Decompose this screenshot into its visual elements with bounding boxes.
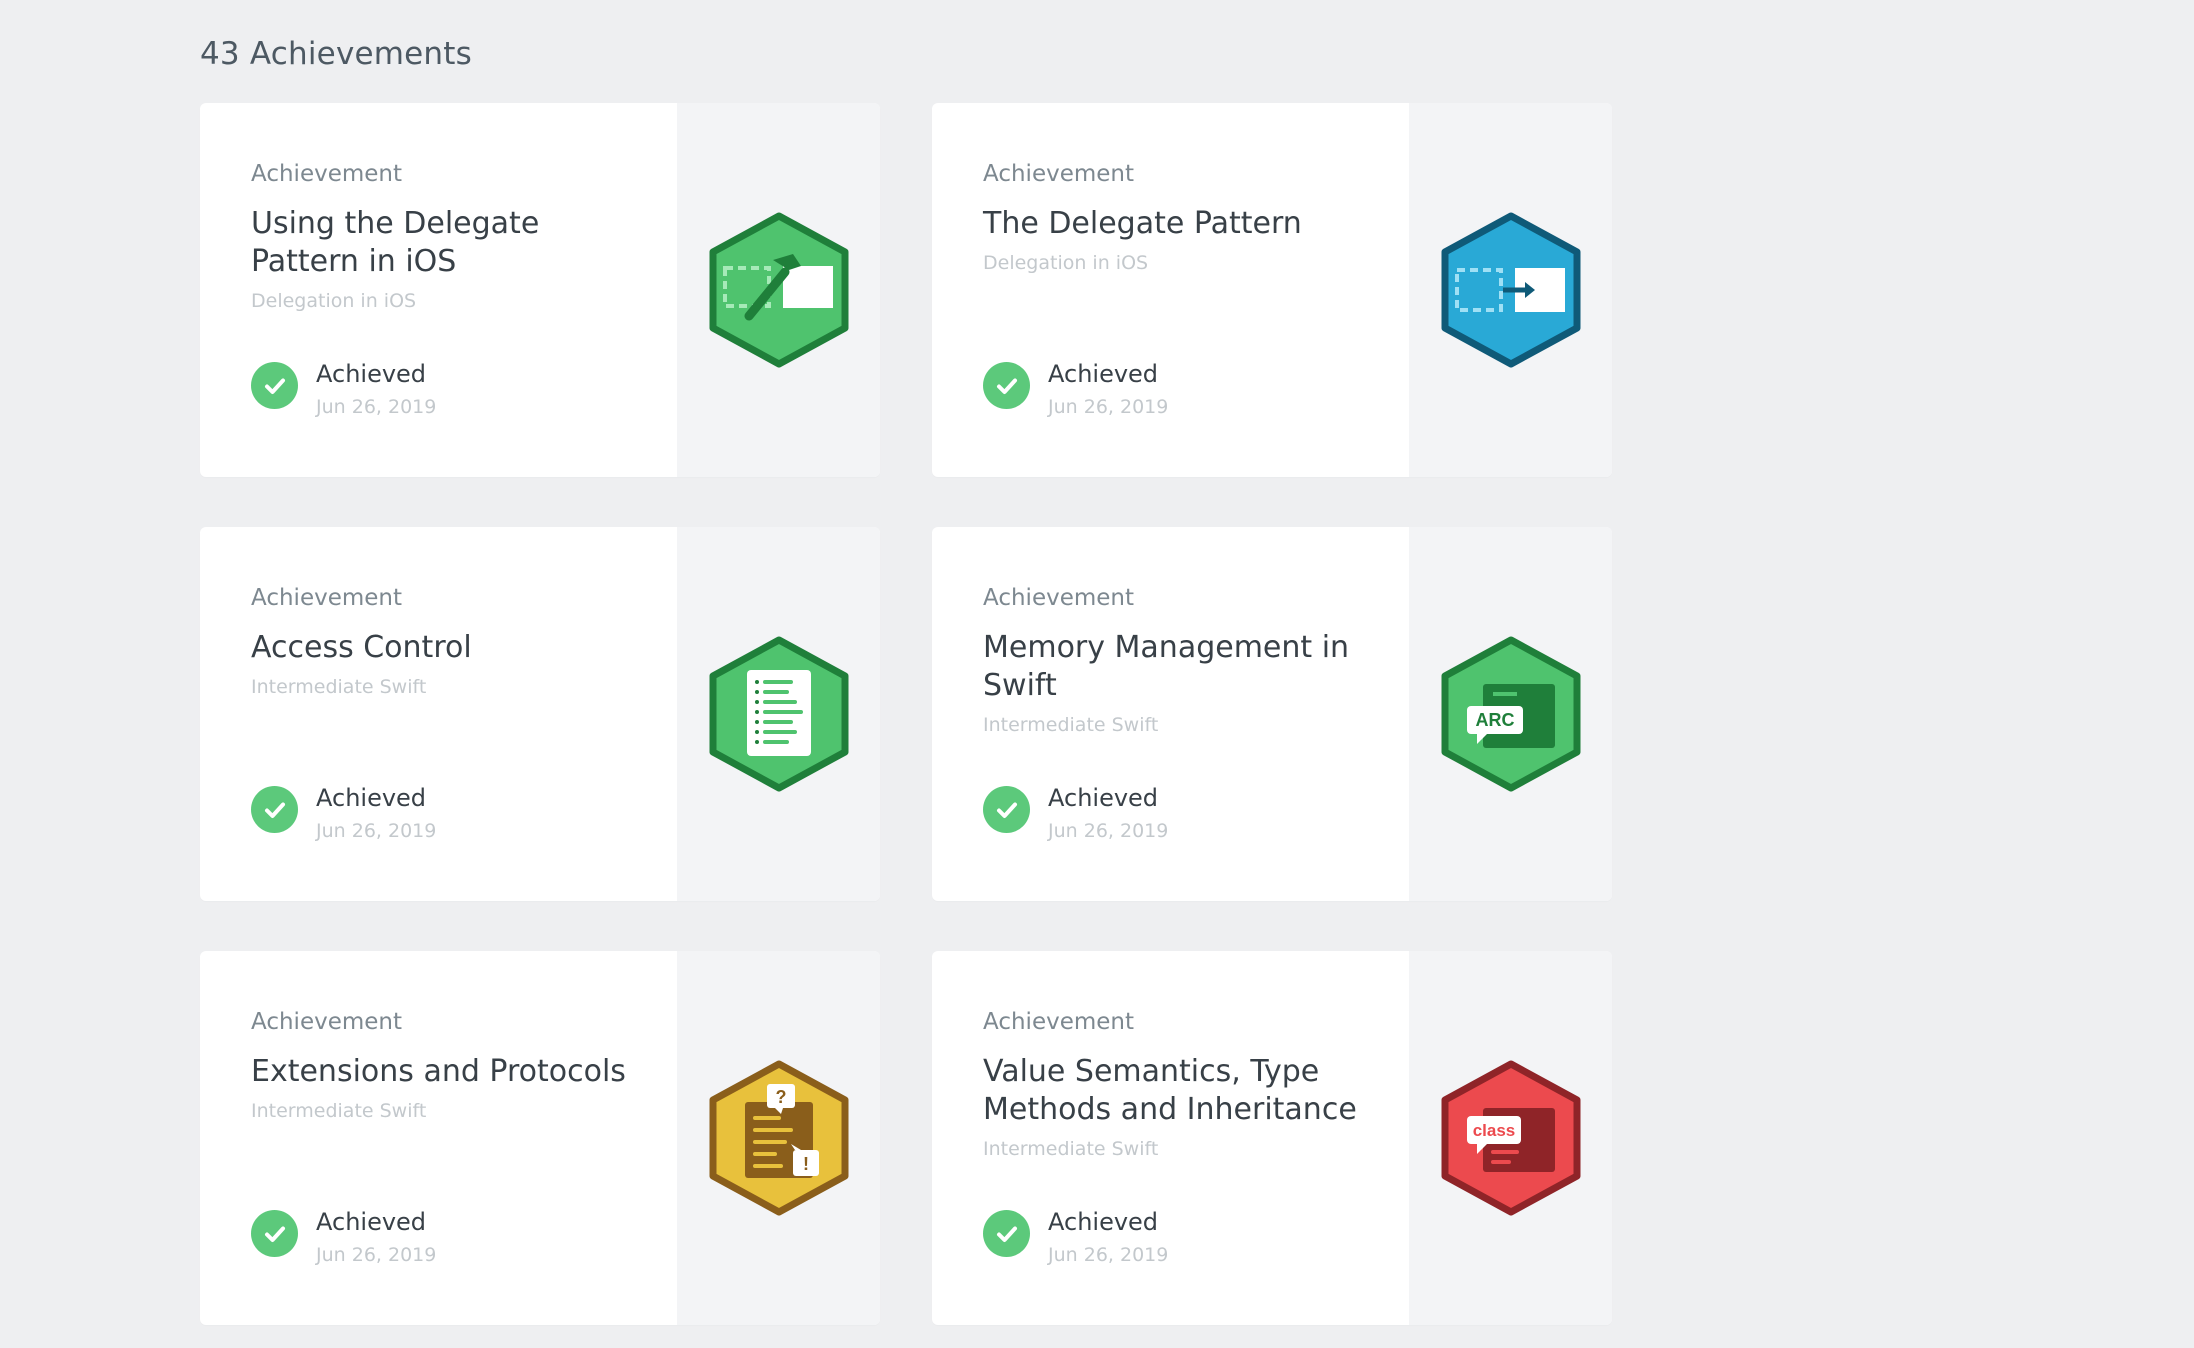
- status-label: Achieved: [316, 784, 427, 812]
- badge-panel: [677, 103, 880, 477]
- document-list-icon: [709, 636, 848, 792]
- achievement-card[interactable]: Achievement Memory Management in Swift I…: [932, 527, 1612, 901]
- achieved-status: Achieved Jun 26, 2019: [251, 1207, 436, 1266]
- card-details: Achievement Memory Management in Swift I…: [932, 527, 1409, 901]
- card-kind: Achievement: [983, 161, 1135, 187]
- check-icon: [983, 786, 1030, 833]
- class-icon: class: [1441, 1060, 1580, 1216]
- card-course[interactable]: Delegation in iOS: [251, 290, 637, 312]
- exclamation-mark: !: [803, 1154, 809, 1174]
- achieved-status: Achieved Jun 26, 2019: [983, 783, 1168, 842]
- card-course[interactable]: Intermediate Swift: [983, 1138, 1369, 1160]
- check-icon: [983, 1210, 1030, 1257]
- card-details: Achievement Value Semantics, Type Method…: [932, 951, 1409, 1325]
- achievement-card[interactable]: Achievement Using the Delegate Pattern i…: [200, 103, 880, 477]
- card-course[interactable]: Intermediate Swift: [251, 676, 637, 698]
- check-icon: [251, 786, 298, 833]
- achievement-card[interactable]: Achievement Value Semantics, Type Method…: [932, 951, 1612, 1325]
- achieved-status: Achieved Jun 26, 2019: [983, 359, 1168, 418]
- card-title[interactable]: Extensions and Protocols: [251, 1053, 637, 1091]
- achieved-status: Achieved Jun 26, 2019: [251, 359, 436, 418]
- status-date: Jun 26, 2019: [316, 1244, 437, 1266]
- card-kind: Achievement: [251, 1009, 403, 1035]
- badge-panel: ARC: [1409, 527, 1612, 901]
- card-title[interactable]: Memory Management in Swift: [983, 629, 1369, 705]
- check-icon: [251, 362, 298, 409]
- card-kind: Achievement: [983, 1009, 1135, 1035]
- status-label: Achieved: [1048, 784, 1159, 812]
- card-kind: Achievement: [251, 161, 403, 187]
- check-icon: [983, 362, 1030, 409]
- status-date: Jun 26, 2019: [316, 396, 437, 418]
- card-kind: Achievement: [983, 585, 1135, 611]
- achievement-card[interactable]: Achievement The Delegate Pattern Delegat…: [932, 103, 1612, 477]
- card-title[interactable]: Value Semantics, Type Methods and Inheri…: [983, 1053, 1369, 1129]
- status-date: Jun 26, 2019: [1048, 1244, 1169, 1266]
- arc-text: ARC: [1475, 710, 1514, 730]
- question-mark: ?: [775, 1087, 786, 1107]
- arc-icon: ARC: [1441, 636, 1580, 792]
- delegate-arrow-icon: [1441, 212, 1580, 368]
- status-label: Achieved: [1048, 1208, 1159, 1236]
- card-title[interactable]: Using the Delegate Pattern in iOS: [251, 205, 637, 281]
- achievement-card[interactable]: Achievement Extensions and Protocols Int…: [200, 951, 880, 1325]
- page-title: 43 Achievements: [200, 36, 472, 72]
- card-kind: Achievement: [251, 585, 403, 611]
- card-course[interactable]: Intermediate Swift: [251, 1100, 637, 1122]
- badge-panel: class: [1409, 951, 1612, 1325]
- delegate-hammer-icon: [709, 212, 848, 368]
- achievement-card[interactable]: Achievement Access Control Intermediate …: [200, 527, 880, 901]
- card-course[interactable]: Intermediate Swift: [983, 714, 1369, 736]
- question-exclamation-icon: ? !: [709, 1060, 848, 1216]
- badge-panel: ? !: [677, 951, 880, 1325]
- achieved-status: Achieved Jun 26, 2019: [251, 783, 436, 842]
- status-label: Achieved: [316, 360, 427, 388]
- card-title[interactable]: Access Control: [251, 629, 637, 667]
- status-date: Jun 26, 2019: [1048, 820, 1169, 842]
- achievements-grid: Achievement Using the Delegate Pattern i…: [200, 103, 1612, 1325]
- card-details: Achievement The Delegate Pattern Delegat…: [932, 103, 1409, 477]
- status-date: Jun 26, 2019: [1048, 396, 1169, 418]
- card-title[interactable]: The Delegate Pattern: [983, 205, 1369, 243]
- card-details: Achievement Extensions and Protocols Int…: [200, 951, 677, 1325]
- card-details: Achievement Using the Delegate Pattern i…: [200, 103, 677, 477]
- card-course[interactable]: Delegation in iOS: [983, 252, 1369, 274]
- check-icon: [251, 1210, 298, 1257]
- class-text: class: [1472, 1121, 1515, 1140]
- status-date: Jun 26, 2019: [316, 820, 437, 842]
- card-details: Achievement Access Control Intermediate …: [200, 527, 677, 901]
- status-label: Achieved: [1048, 360, 1159, 388]
- badge-panel: [1409, 103, 1612, 477]
- badge-panel: [677, 527, 880, 901]
- achieved-status: Achieved Jun 26, 2019: [983, 1207, 1168, 1266]
- status-label: Achieved: [316, 1208, 427, 1236]
